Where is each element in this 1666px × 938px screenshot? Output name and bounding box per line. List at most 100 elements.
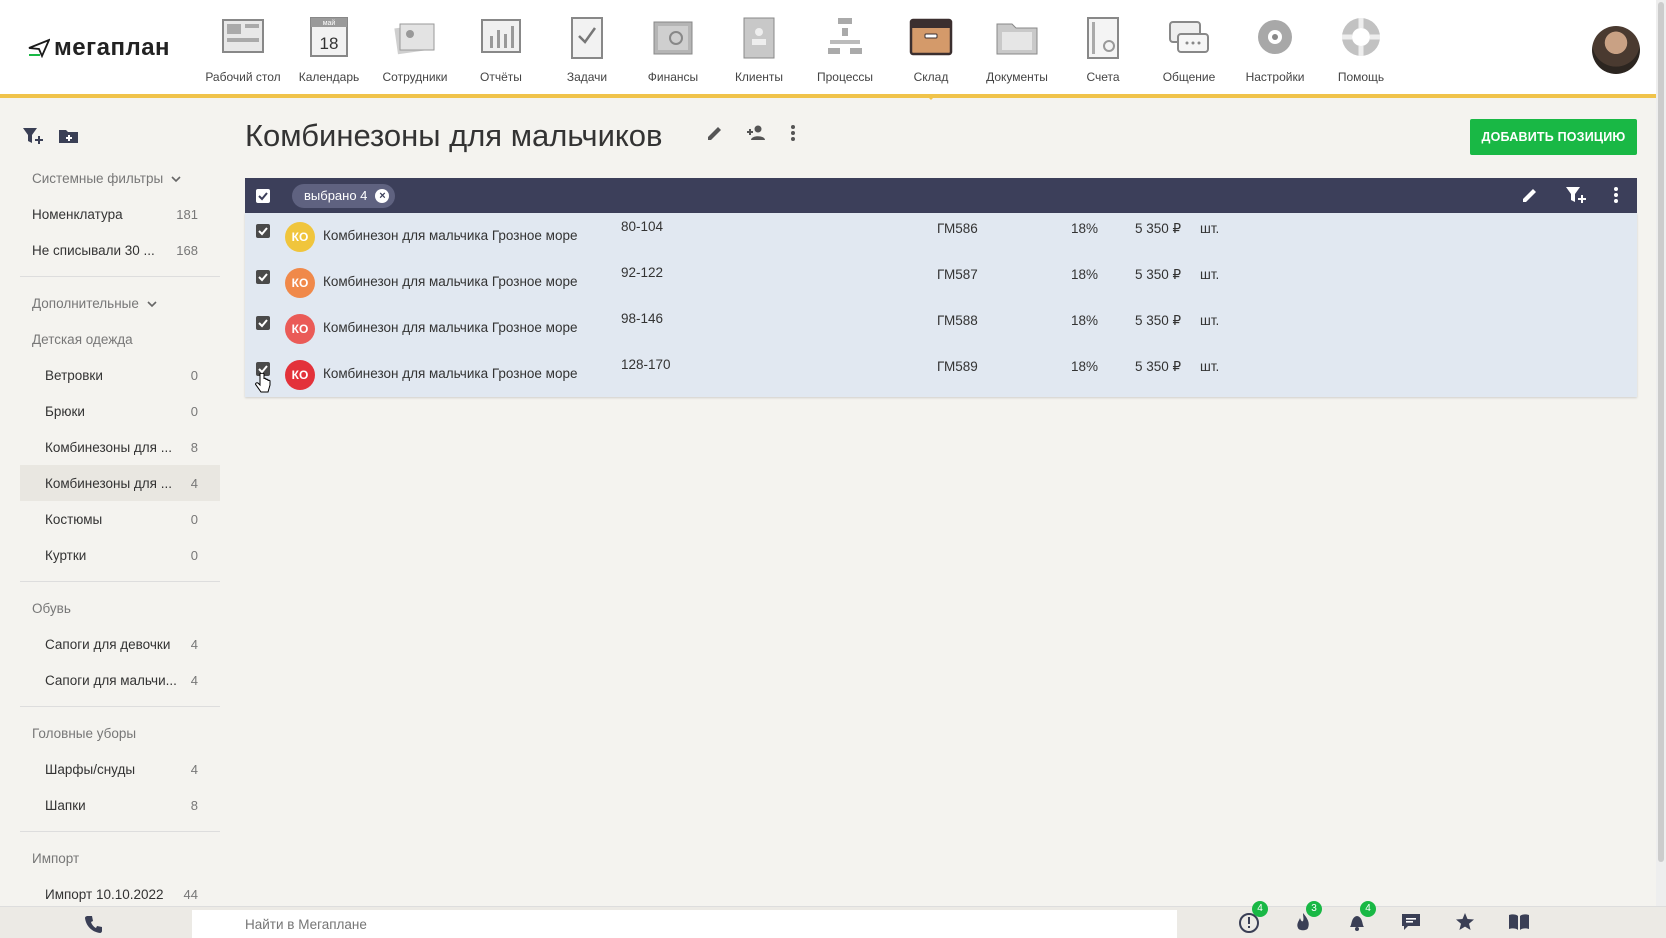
alert-icon[interactable]: 4 — [1238, 901, 1268, 933]
sidebar-item[interactable]: Куртки 0 — [20, 537, 220, 573]
nav-item-4[interactable]: Задачи — [544, 0, 630, 94]
nav-item-6[interactable]: Клиенты — [716, 0, 802, 94]
warehouse-box-icon — [908, 14, 954, 60]
sidebar-item-label: Номенклатура — [32, 206, 123, 222]
more-vertical-icon[interactable] — [790, 124, 796, 147]
selection-actions — [1521, 186, 1619, 209]
system-filters-header[interactable]: Системные фильтры — [20, 160, 220, 196]
access-rights-icon[interactable] — [746, 124, 768, 147]
sidebar-item-label: Костюмы — [45, 511, 103, 527]
item-article: ГМ587 — [937, 267, 978, 282]
message-icon[interactable] — [1400, 911, 1422, 933]
item-unit: шт. — [1200, 313, 1220, 328]
table-row[interactable]: КО Комбинезон для мальчика Грозное море 12… — [245, 351, 1637, 397]
bulk-filter-icon[interactable] — [1565, 186, 1587, 209]
sidebar-item-count: 4 — [190, 475, 198, 491]
sidebar-item[interactable]: Комбинезоны для ... 8 — [20, 429, 220, 465]
item-size: 98-146 — [621, 311, 664, 326]
item-initials-avatar: КО — [285, 360, 315, 390]
item-name[interactable]: Комбинезон для мальчика Грозное море — [323, 274, 577, 289]
nav-item-9[interactable]: Документы — [974, 0, 1060, 94]
nav-item-7[interactable]: Процессы — [802, 0, 888, 94]
item-size: 80-104 — [621, 219, 664, 234]
scrollbar-thumb[interactable] — [1658, 2, 1664, 862]
sidebar-item[interactable]: Ветровки 0 — [20, 357, 220, 393]
nav-item-1[interactable]: май 18 Календарь — [286, 0, 372, 94]
sidebar-item-count: 181 — [176, 206, 198, 222]
sidebar-group-title[interactable]: Детская одежда — [20, 321, 220, 357]
item-size: 128-170 — [621, 357, 671, 372]
sidebar-item[interactable]: Сапоги для девочки 4 — [20, 626, 220, 662]
nav-label: Сотрудники — [382, 70, 448, 84]
nav-item-11[interactable]: Общение — [1146, 0, 1232, 94]
sidebar-item-count: 0 — [190, 547, 198, 563]
search-input[interactable] — [192, 910, 1177, 938]
bulk-more-vertical-icon[interactable] — [1613, 186, 1619, 209]
calendar-month-text: май — [323, 19, 336, 27]
main-nav: Рабочий стол май 18 Календарь Сотрудники Отчё… — [200, 0, 1404, 100]
logo[interactable]: мегаплан — [28, 34, 170, 62]
nav-label: Календарь — [298, 70, 360, 84]
table-row[interactable]: КО Комбинезон для мальчика Грозное море 98… — [245, 305, 1637, 351]
sidebar-item-count: 4 — [190, 761, 198, 777]
item-vat: 18% — [1071, 313, 1099, 328]
edit-pencil-icon[interactable] — [706, 124, 724, 147]
row-checkbox[interactable] — [256, 270, 270, 284]
clear-selection-icon[interactable]: × — [375, 188, 390, 203]
book-icon[interactable] — [1508, 911, 1530, 933]
fire-icon[interactable]: 3 — [1292, 901, 1322, 933]
sidebar-item[interactable]: Номенклатура 181 — [20, 196, 220, 232]
sidebar-group-title[interactable]: Обувь — [20, 590, 220, 626]
sidebar: Системные фильтры Номенклатура 181 Не списы… — [20, 160, 220, 912]
item-unit: шт. — [1200, 359, 1220, 374]
table-row[interactable]: КО Комбинезон для мальчика Грозное море 92… — [245, 259, 1637, 305]
item-initials-avatar: КО — [285, 222, 315, 252]
sidebar-item[interactable]: Не списывали 30 ... 168 — [20, 232, 220, 268]
add-position-button[interactable]: ДОБАВИТЬ ПОЗИЦИЮ — [1470, 119, 1637, 155]
additional-filters-header[interactable]: Дополнительные — [20, 285, 220, 321]
sidebar-item[interactable]: Сапоги для мальчи... 4 — [20, 662, 220, 698]
chevron-down-icon[interactable] — [171, 171, 181, 186]
nav-item-13[interactable]: Помощь — [1318, 0, 1404, 94]
item-initials-avatar: КО — [285, 268, 315, 298]
bell-icon[interactable]: 4 — [1346, 901, 1376, 933]
items-table: КО Комбинезон для мальчика Грозное море 80… — [245, 213, 1637, 397]
sidebar-item[interactable]: Шарфы/снуды 4 — [20, 751, 220, 787]
add-folder-icon[interactable] — [58, 126, 80, 151]
sidebar-item[interactable]: Шапки 8 — [20, 787, 220, 823]
documents-folder-icon — [994, 14, 1040, 60]
gear-icon — [1252, 14, 1298, 60]
sidebar-item[interactable]: Костюмы 0 — [20, 501, 220, 537]
invoice-icon — [1080, 14, 1126, 60]
item-size: 92-122 — [621, 265, 664, 280]
safe-icon — [650, 14, 696, 60]
sidebar-item[interactable]: Комбинезоны для ... 4 — [20, 465, 220, 501]
table-row[interactable]: КО Комбинезон для мальчика Грозное море 80… — [245, 213, 1637, 259]
nav-item-0[interactable]: Рабочий стол — [200, 0, 286, 94]
chevron-down-icon[interactable] — [147, 296, 157, 311]
item-initials-avatar: КО — [285, 314, 315, 344]
user-avatar[interactable] — [1592, 26, 1640, 74]
row-checkbox[interactable] — [256, 224, 270, 238]
page-scrollbar[interactable] — [1656, 0, 1666, 938]
chat-icon — [1166, 14, 1212, 60]
sidebar-item[interactable]: Брюки 0 — [20, 393, 220, 429]
add-filter-icon[interactable] — [22, 126, 44, 151]
item-name[interactable]: Комбинезон для мальчика Грозное море — [323, 228, 577, 243]
item-name[interactable]: Комбинезон для мальчика Грозное море — [323, 366, 577, 381]
select-all-checkbox[interactable] — [256, 188, 270, 203]
nav-item-5[interactable]: Финансы — [630, 0, 716, 94]
sidebar-group-title[interactable]: Импорт — [20, 840, 220, 876]
item-name[interactable]: Комбинезон для мальчика Грозное море — [323, 320, 577, 335]
nav-item-3[interactable]: Отчёты — [458, 0, 544, 94]
section-title-text: Системные фильтры — [32, 170, 164, 186]
nav-item-2[interactable]: Сотрудники — [372, 0, 458, 94]
nav-item-12[interactable]: Настройки — [1232, 0, 1318, 94]
star-icon[interactable] — [1454, 911, 1476, 933]
phone-icon[interactable] — [84, 914, 104, 938]
sidebar-group-title[interactable]: Головные уборы — [20, 715, 220, 751]
nav-item-10[interactable]: Счета — [1060, 0, 1146, 94]
bulk-edit-pencil-icon[interactable] — [1521, 186, 1539, 209]
nav-item-8[interactable]: Склад — [888, 0, 974, 100]
row-checkbox[interactable] — [256, 316, 270, 330]
